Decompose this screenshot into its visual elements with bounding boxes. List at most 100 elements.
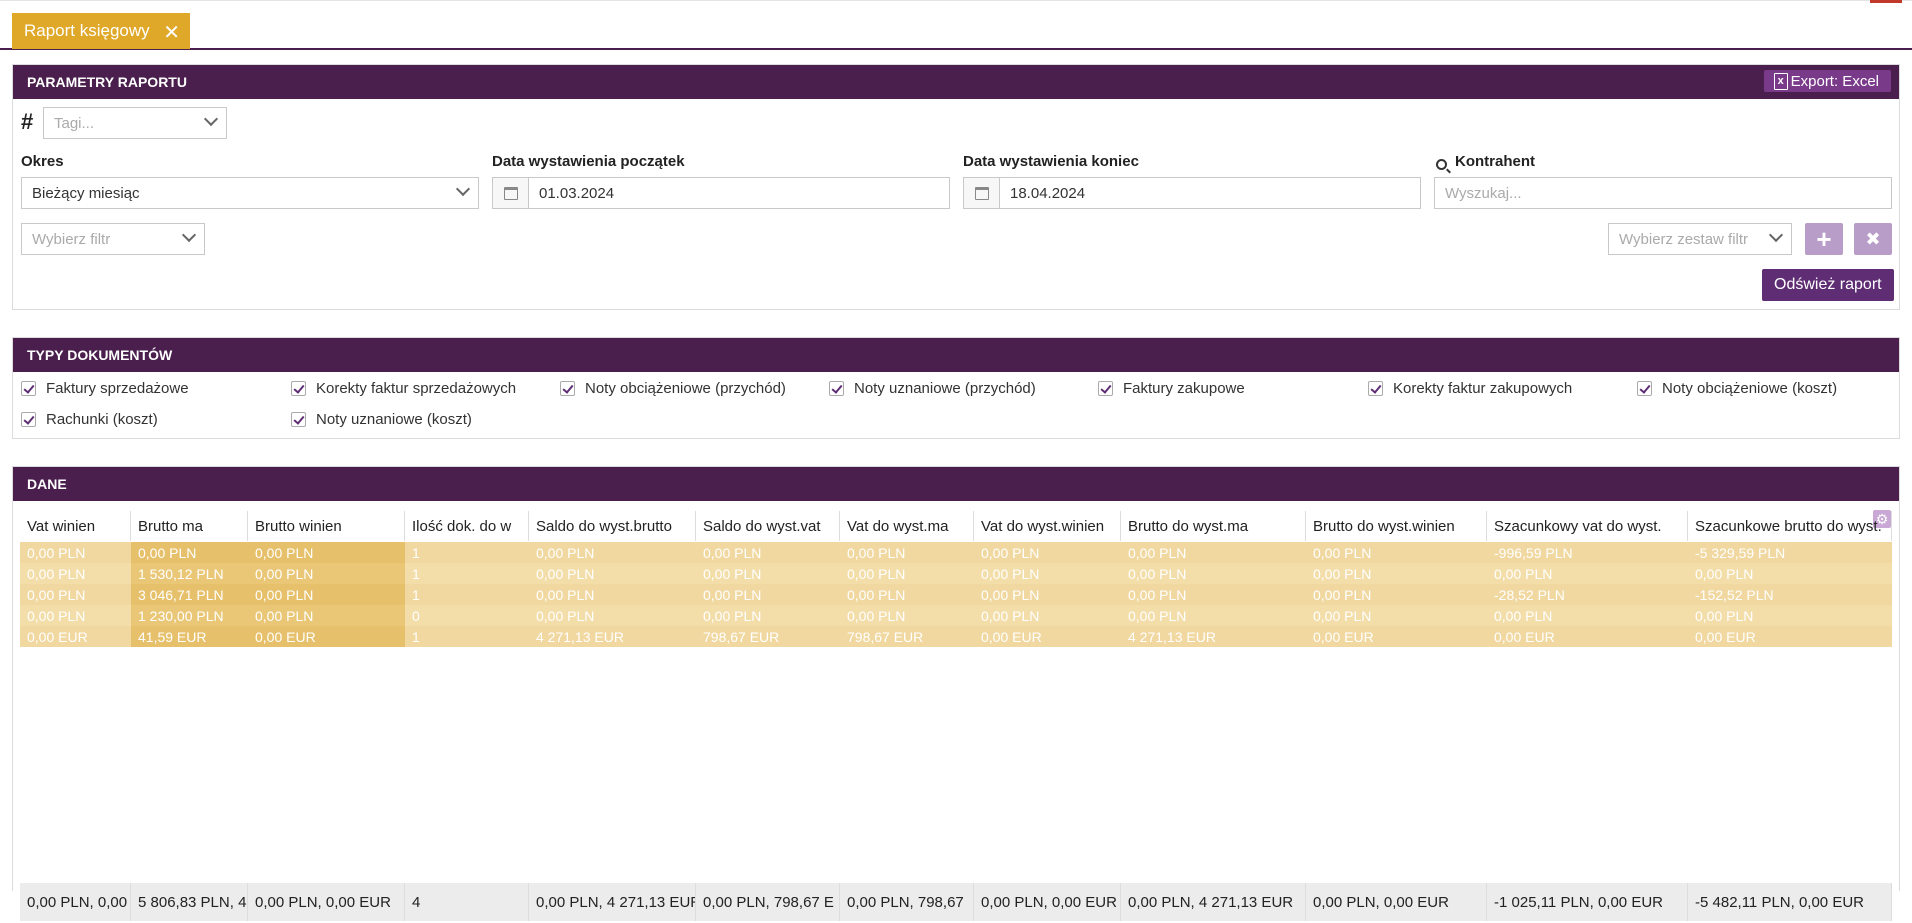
table-cell: 0,00 PLN bbox=[696, 584, 840, 605]
column-header[interactable]: Brutto do wyst.winien bbox=[1306, 511, 1487, 541]
table-cell: 41,59 EUR bbox=[131, 626, 248, 647]
table-cell: 0,00 PLN bbox=[1306, 542, 1487, 563]
total-cell: -5 482,11 PLN, 0,00 EUR bbox=[1688, 883, 1892, 921]
add-filterset-button[interactable]: + bbox=[1805, 223, 1843, 255]
checkbox-faktury-sprzedazowe[interactable]: Faktury sprzedażowe bbox=[21, 380, 189, 397]
checkbox-noty-obciazeniowe-koszt[interactable]: Noty obciążeniowe (koszt) bbox=[1637, 380, 1837, 397]
kontrahent-search-input[interactable]: Wyszukaj... bbox=[1434, 177, 1892, 209]
chevron-down-icon bbox=[1768, 227, 1784, 243]
table-cell: -152,52 PLN bbox=[1688, 584, 1892, 605]
checkbox-checked-icon[interactable] bbox=[560, 381, 575, 396]
filter-select[interactable]: Wybierz filtr bbox=[21, 223, 205, 255]
table-row[interactable]: 0,00 PLN 0,00 PLN 0,00 PLN 1 0,00 PLN 0,00 PL… bbox=[20, 542, 1892, 563]
table-cell: 0,00 EUR bbox=[1487, 626, 1688, 647]
table-cell: 0,00 PLN bbox=[1688, 563, 1892, 584]
total-cell: 0,00 PLN, 0,00 EUR bbox=[1306, 883, 1487, 921]
column-header[interactable]: Vat do wyst.winien bbox=[974, 511, 1121, 541]
column-header[interactable]: Brutto ma bbox=[131, 511, 248, 541]
tab-raport-ksiegowy[interactable]: Raport księgowy ✕ bbox=[12, 13, 190, 49]
doc-types-title: TYPY DOKUMENTÓW bbox=[27, 347, 173, 363]
kontrahent-label: Kontrahent bbox=[1455, 153, 1535, 170]
column-header[interactable]: Ilość dok. do w bbox=[405, 511, 529, 541]
table-cell: 1 530,12 PLN bbox=[131, 563, 248, 584]
table-cell: 0,00 PLN bbox=[248, 605, 405, 626]
table-row[interactable]: 0,00 PLN 1 530,12 PLN 0,00 PLN 1 0,00 PLN 0,0… bbox=[20, 563, 1892, 584]
table-cell: 0,00 PLN bbox=[696, 605, 840, 626]
data-header: DANE bbox=[13, 467, 1899, 501]
table-cell: -996,59 PLN bbox=[1487, 542, 1688, 563]
checkbox-noty-uznaniowe-koszt[interactable]: Noty uznaniowe (koszt) bbox=[291, 411, 472, 428]
calendar-icon[interactable] bbox=[493, 178, 529, 208]
close-icon: ✖ bbox=[1865, 228, 1881, 249]
checkbox-faktury-zakupowe[interactable]: Faktury zakupowe bbox=[1098, 380, 1245, 397]
table-cell: 0,00 PLN bbox=[974, 584, 1121, 605]
params-header: PARAMETRY RAPORTU x Export: Excel bbox=[13, 65, 1899, 99]
export-excel-button[interactable]: x Export: Excel bbox=[1763, 70, 1891, 92]
checkbox-noty-uznaniowe-przychod[interactable]: Noty uznaniowe (przychód) bbox=[829, 380, 1036, 397]
table-cell: 0,00 PLN bbox=[529, 605, 696, 626]
checkbox-noty-obciazeniowe-przychod[interactable]: Noty obciążeniowe (przychód) bbox=[560, 380, 786, 397]
start-date-input[interactable]: 01.03.2024 bbox=[492, 177, 950, 209]
corner-indicator bbox=[1870, 0, 1902, 3]
checkbox-korekty-sprzedazowe[interactable]: Korekty faktur sprzedażowych bbox=[291, 380, 516, 397]
checkbox-checked-icon[interactable] bbox=[21, 381, 36, 396]
totals-row: 0,00 PLN, 0,00 5 806,83 PLN, 4 0,00 PLN, 0… bbox=[20, 883, 1892, 921]
column-header[interactable]: Vat do wyst.ma bbox=[840, 511, 974, 541]
checkbox-checked-icon[interactable] bbox=[829, 381, 844, 396]
remove-filterset-button[interactable]: ✖ bbox=[1854, 223, 1892, 255]
table-cell: 1 bbox=[405, 584, 529, 605]
table-cell: 0,00 PLN bbox=[840, 563, 974, 584]
table-row[interactable]: 0,00 PLN 1 230,00 PLN 0,00 PLN 0 0,00 PLN 0,0… bbox=[20, 605, 1892, 626]
table-row[interactable]: 0,00 PLN 3 046,71 PLN 0,00 PLN 1 0,00 PLN 0,0… bbox=[20, 584, 1892, 605]
okres-select[interactable]: Bieżący miesiąc bbox=[21, 177, 479, 209]
table-cell: 0,00 PLN bbox=[248, 563, 405, 584]
table-cell: 0,00 PLN bbox=[529, 563, 696, 584]
column-header[interactable]: Saldo do wyst.vat bbox=[696, 511, 840, 541]
refresh-report-button[interactable]: Odśwież raport bbox=[1762, 269, 1894, 301]
start-date-label: Data wystawienia początek bbox=[492, 153, 685, 170]
data-title: DANE bbox=[27, 476, 67, 492]
params-title: PARAMETRY RAPORTU bbox=[27, 74, 187, 90]
table-row[interactable]: 0,00 EUR 41,59 EUR 0,00 EUR 1 4 271,13 EUR 79… bbox=[20, 626, 1892, 647]
checkbox-checked-icon[interactable] bbox=[1098, 381, 1113, 396]
total-cell: 0,00 PLN, 798,67 E bbox=[696, 883, 840, 921]
table-cell: 798,67 EUR bbox=[840, 626, 974, 647]
column-header[interactable]: Vat winien bbox=[20, 511, 131, 541]
doc-types-header: TYPY DOKUMENTÓW bbox=[13, 338, 1899, 372]
calendar-icon[interactable] bbox=[964, 178, 1000, 208]
table-cell: 0,00 PLN bbox=[840, 542, 974, 563]
export-label: Export: Excel bbox=[1790, 72, 1879, 90]
tab-label: Raport księgowy bbox=[24, 21, 150, 40]
table-cell: 0,00 PLN bbox=[1121, 542, 1306, 563]
column-header[interactable]: Szacunkowe brutto do wyst. bbox=[1688, 511, 1892, 541]
column-header[interactable]: Brutto winien bbox=[248, 511, 405, 541]
close-icon[interactable]: ✕ bbox=[163, 20, 180, 45]
top-border bbox=[0, 0, 1912, 1]
table-cell: 0,00 EUR bbox=[974, 626, 1121, 647]
checkbox-checked-icon[interactable] bbox=[291, 412, 306, 427]
tags-select[interactable]: Tagi... bbox=[43, 107, 227, 139]
table-cell: 0,00 PLN bbox=[696, 542, 840, 563]
filterset-select[interactable]: Wybierz zestaw filtr bbox=[1608, 223, 1792, 255]
column-header[interactable]: Brutto do wyst.ma bbox=[1121, 511, 1306, 541]
column-header[interactable]: Saldo do wyst.brutto bbox=[529, 511, 696, 541]
okres-label: Okres bbox=[21, 153, 64, 170]
table-cell: 0,00 PLN bbox=[840, 584, 974, 605]
checkbox-korekty-zakupowe[interactable]: Korekty faktur zakupowych bbox=[1368, 380, 1572, 397]
checkbox-checked-icon[interactable] bbox=[1637, 381, 1652, 396]
chevron-down-icon bbox=[455, 181, 471, 197]
checkbox-checked-icon[interactable] bbox=[291, 381, 306, 396]
total-cell: 0,00 PLN, 4 271,13 EUR bbox=[529, 883, 696, 921]
checkbox-checked-icon[interactable] bbox=[21, 412, 36, 427]
table-cell: 0,00 PLN bbox=[20, 542, 131, 563]
column-header[interactable]: Szacunkowy vat do wyst. bbox=[1487, 511, 1688, 541]
table-cell: 4 271,13 EUR bbox=[529, 626, 696, 647]
data-panel: DANE ⚙ Vat winien Brutto ma Brutto winien I… bbox=[12, 466, 1900, 921]
end-date-input[interactable]: 18.04.2024 bbox=[963, 177, 1421, 209]
total-cell: 5 806,83 PLN, 4 bbox=[131, 883, 248, 921]
checkbox-checked-icon[interactable] bbox=[1368, 381, 1383, 396]
checkbox-rachunki-koszt[interactable]: Rachunki (koszt) bbox=[21, 411, 158, 428]
total-cell: 0,00 PLN, 0,00 EUR bbox=[248, 883, 405, 921]
table-cell: -5 329,59 PLN bbox=[1688, 542, 1892, 563]
table-cell: 0,00 PLN bbox=[696, 563, 840, 584]
